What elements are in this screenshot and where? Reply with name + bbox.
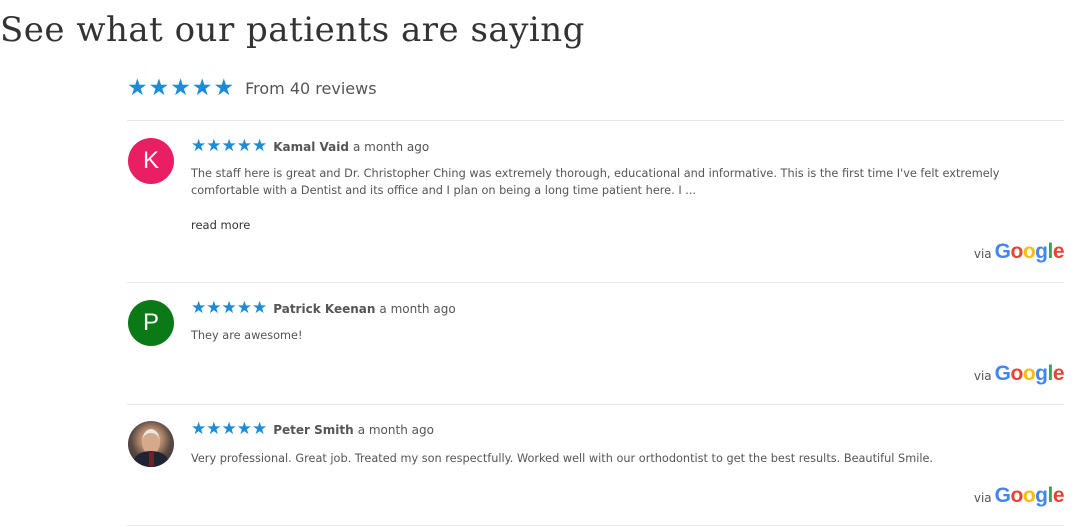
star-icon: ★	[191, 298, 207, 318]
review-star-rating: ★ ★ ★ ★ ★	[191, 138, 267, 155]
review-date: a month ago	[357, 422, 434, 437]
review-author: Peter Smith	[273, 422, 354, 437]
via-label: via	[973, 369, 992, 383]
star-icon: ★	[127, 75, 148, 101]
via-label: via	[973, 247, 992, 261]
summary-star-rating: ★ ★ ★ ★ ★	[127, 77, 235, 100]
star-icon: ★	[206, 419, 222, 439]
star-icon: ★	[213, 75, 235, 101]
review-count: From 40 reviews	[245, 79, 377, 98]
review-header: ★ ★ ★ ★ ★ Peter Smith a month ago	[191, 421, 434, 438]
google-source-link[interactable]: via Google	[973, 484, 1065, 508]
star-icon: ★	[191, 75, 213, 101]
avatar-photo-tie	[149, 452, 154, 466]
review-header: ★ ★ ★ ★ ★ Kamal Vaid a month ago	[191, 138, 429, 155]
review-header: ★ ★ ★ ★ ★ Patrick Keenan a month ago	[191, 300, 456, 317]
review-card: ★ ★ ★ ★ ★ Peter Smith a month ago Very p…	[127, 421, 1065, 513]
review-date: a month ago	[379, 301, 456, 316]
google-logo: Google	[994, 484, 1065, 507]
read-more-link[interactable]: read more	[191, 218, 250, 232]
review-date: a month ago	[352, 139, 430, 154]
review-card: P ★ ★ ★ ★ ★ Patrick Keenan a month ago T…	[127, 300, 1065, 390]
star-icon: ★	[221, 298, 237, 318]
divider	[127, 525, 1064, 526]
google-source-link[interactable]: via Google	[973, 362, 1065, 386]
avatar-letter: P	[142, 309, 159, 336]
review-card: K ★ ★ ★ ★ ★ Kamal Vaid a month ago The s…	[127, 138, 1065, 268]
review-star-rating: ★ ★ ★ ★ ★	[191, 300, 267, 317]
star-icon: ★	[148, 75, 170, 101]
star-icon: ★	[170, 75, 191, 101]
star-icon: ★	[236, 419, 252, 439]
rating-summary: ★ ★ ★ ★ ★ From 40 reviews	[127, 77, 377, 100]
star-icon: ★	[221, 136, 237, 156]
google-logo: Google	[994, 240, 1065, 263]
star-icon: ★	[206, 298, 222, 318]
star-icon: ★	[191, 419, 207, 439]
via-label: via	[973, 491, 992, 505]
divider	[127, 120, 1064, 121]
star-icon: ★	[236, 298, 252, 318]
star-icon: ★	[252, 419, 268, 439]
star-icon: ★	[206, 136, 222, 156]
star-icon: ★	[221, 419, 237, 439]
star-icon: ★	[191, 136, 207, 156]
google-logo: Google	[994, 362, 1065, 385]
page-title: See what our patients are saying	[0, 10, 585, 50]
review-author: Patrick Keenan	[273, 301, 376, 316]
star-icon: ★	[252, 298, 268, 318]
review-author: Kamal Vaid	[273, 139, 349, 154]
review-text: Very professional. Great job. Treated my…	[191, 452, 934, 465]
review-text: They are awesome!	[191, 329, 303, 342]
review-star-rating: ★ ★ ★ ★ ★	[191, 421, 267, 438]
avatar-letter: K	[142, 147, 159, 174]
avatar: P	[128, 300, 174, 346]
avatar: K	[128, 138, 174, 184]
divider	[127, 404, 1064, 405]
review-text: The staff here is great and Dr. Christop…	[191, 167, 1000, 197]
avatar-photo	[128, 421, 174, 467]
divider	[127, 282, 1064, 283]
google-source-link[interactable]: via Google	[973, 240, 1065, 264]
star-icon: ★	[236, 136, 252, 156]
star-icon: ★	[252, 136, 268, 156]
